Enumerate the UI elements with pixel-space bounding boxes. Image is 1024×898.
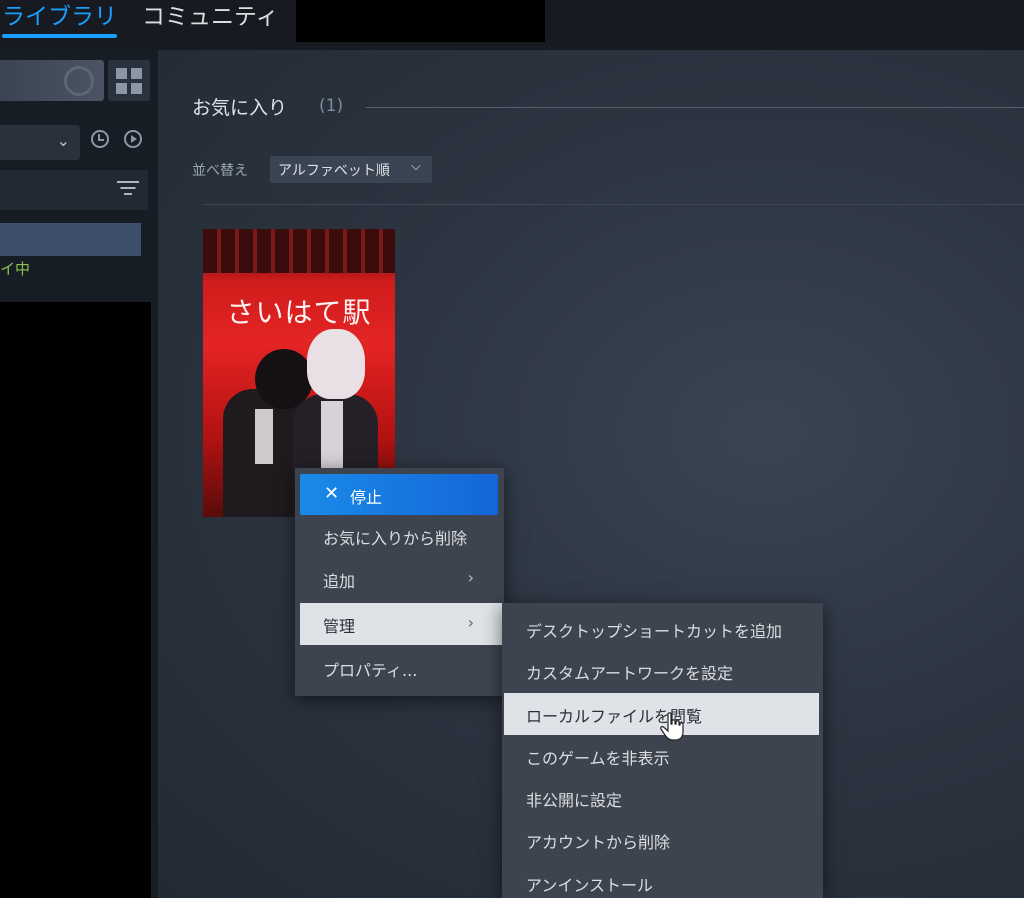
chevron-right-icon: › xyxy=(467,613,474,632)
play-icon[interactable] xyxy=(124,130,142,148)
top-navigation: ライブラリ コミュニティ xyxy=(0,0,1024,50)
mark-private-item[interactable]: 非公開に設定 xyxy=(502,777,823,819)
library-home-button[interactable] xyxy=(0,60,104,101)
sidebar-game-selected[interactable] xyxy=(0,223,141,256)
grid-icon xyxy=(131,68,142,79)
capsule-title: さいはて駅 xyxy=(226,296,372,329)
grid-icon xyxy=(116,83,127,94)
tab-library[interactable]: ライブラリ xyxy=(2,2,117,32)
shelf-divider xyxy=(366,107,1024,108)
active-tab-indicator xyxy=(2,34,117,38)
grid-view-button[interactable] xyxy=(108,60,150,101)
capsule-art-train-window xyxy=(203,229,395,273)
recent-clock-icon[interactable] xyxy=(91,130,109,148)
uninstall-item[interactable]: アンインストール xyxy=(502,862,823,898)
close-icon: ✕ xyxy=(324,483,340,504)
sort-dropdown[interactable]: アルファベット順 ⌵ xyxy=(270,156,432,183)
game-running-status: プレイ中 xyxy=(0,260,30,278)
game-context-menu: ✕ 停止 お気に入りから削除 追加 › 管理 › プロパティ... xyxy=(295,468,504,696)
content-divider xyxy=(204,204,1024,205)
grid-icon xyxy=(116,68,127,79)
add-item[interactable]: 追加 › xyxy=(300,558,498,600)
capsule-art-figure-head xyxy=(307,329,365,399)
steam-logo-icon xyxy=(64,66,94,96)
properties-item[interactable]: プロパティ... xyxy=(300,647,498,689)
collection-dropdown[interactable]: ⌄ xyxy=(0,125,80,160)
add-desktop-shortcut-item[interactable]: デスクトップショートカットを追加 xyxy=(502,608,823,650)
sidebar-game-list xyxy=(0,302,151,898)
manage-item[interactable]: 管理 › xyxy=(300,603,504,645)
chevron-down-icon: ⌄ xyxy=(56,131,70,150)
stop-button[interactable]: ✕ 停止 xyxy=(300,474,498,515)
grid-icon xyxy=(131,83,142,94)
set-custom-artwork-item[interactable]: カスタムアートワークを設定 xyxy=(502,650,823,692)
hand-pointer-icon xyxy=(660,712,684,741)
tab-community[interactable]: コミュニティ xyxy=(142,2,279,32)
redacted-area xyxy=(296,0,545,42)
remove-from-account-item[interactable]: アカウントから削除 xyxy=(502,819,823,861)
shelf-count: (1) xyxy=(319,96,344,116)
filter-icon[interactable] xyxy=(117,181,139,197)
library-sidebar: ⌄ プレイ中 xyxy=(0,50,158,898)
sort-label: 並べ替え xyxy=(192,163,248,179)
remove-from-favorites-item[interactable]: お気に入りから削除 xyxy=(300,515,498,557)
chevron-right-icon: › xyxy=(467,568,474,587)
chevron-down-icon: ⌵ xyxy=(411,159,421,174)
shelf-title: お気に入り xyxy=(192,97,288,119)
sort-value: アルファベット順 xyxy=(278,163,390,179)
manage-submenu: デスクトップショートカットを追加 カスタムアートワークを設定 ローカルファイルを… xyxy=(502,603,823,898)
